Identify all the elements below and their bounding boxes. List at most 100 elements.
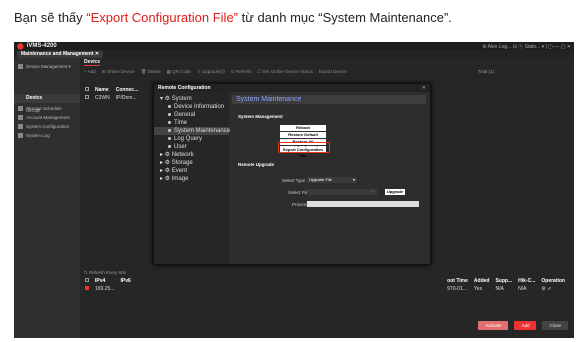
- select-type-dropdown[interactable]: Upgrade File ▾: [307, 177, 357, 183]
- tree-label: System Maintenance: [174, 128, 231, 134]
- row-checkbox[interactable]: [85, 95, 89, 99]
- sidebar-label: System Log: [26, 133, 50, 138]
- sidebar-item-system-config[interactable]: System Configuration: [14, 122, 80, 131]
- activate-button[interactable]: Activate: [478, 321, 509, 330]
- bullet-icon: [168, 144, 171, 148]
- add-button[interactable]: + Add: [84, 69, 96, 74]
- tree-system-maintenance[interactable]: System Maintenance: [154, 127, 231, 135]
- select-file-label: Select File: [288, 190, 310, 195]
- bullet-icon: [168, 136, 171, 140]
- system-management-heading: System Management: [238, 114, 283, 119]
- caption-highlight: “Export Configuration File”: [86, 10, 239, 25]
- footer-actions: Activate Add Close: [478, 321, 568, 330]
- module-tabbar: Maintenance and Management ✕: [14, 50, 574, 58]
- tab-device[interactable]: Device: [84, 59, 101, 66]
- config-tree: ▾ ⚙ System Device Information General Ti…: [154, 92, 231, 264]
- status-button[interactable]: ☐ Set Online Device Status: [258, 69, 313, 75]
- cell: N/A: [495, 286, 504, 292]
- sidebar-label: System Configuration: [26, 124, 70, 129]
- subtabs: Device: [80, 58, 574, 67]
- window-controls[interactable]: ⚙ Alex Log... ⊟ ⓢ Stats... ▾ | ▢ — ▢ ✕: [482, 43, 571, 50]
- cell: C3WN: [95, 95, 110, 101]
- device-table: Name Connec... C3WN IP/Dom...: [82, 86, 141, 102]
- table-row[interactable]: 970-01... Yes N/A N/A ⚙ ⬀: [444, 285, 568, 293]
- tree-event[interactable]: ▸ ⚙ Event: [154, 167, 229, 175]
- bullet-icon: [168, 112, 171, 116]
- upgrade-progress-bar: [307, 201, 419, 207]
- operation-icons[interactable]: ⚙ ⬀: [538, 285, 568, 293]
- cell: [117, 285, 133, 293]
- bullet-icon: [168, 120, 171, 124]
- tree-log-query[interactable]: Log Query: [154, 135, 229, 143]
- select-all-checkbox[interactable]: [85, 87, 89, 91]
- table-row[interactable]: C3WN IP/Dom...: [82, 94, 141, 102]
- cell: 970-01...: [447, 286, 467, 292]
- remote-configuration-dialog: Remote Configuration ✕ ▾ ⚙ System Device…: [153, 83, 431, 265]
- caption-text-end: từ danh mục “System Maintenance”.: [238, 10, 452, 25]
- col-ipv6[interactable]: IPv6: [117, 277, 133, 285]
- browse-button[interactable]: ···: [371, 189, 375, 194]
- gear-icon: [18, 124, 23, 129]
- sidebar-item-device-management[interactable]: Device Management ▾: [14, 62, 80, 71]
- device-group-list: Device Group: [14, 94, 80, 116]
- tree-general[interactable]: General: [154, 111, 229, 119]
- col-added[interactable]: Added: [471, 277, 493, 285]
- close-button[interactable]: Close: [542, 321, 568, 330]
- online-device-table-right: oot Time Added Supp... Hik-C... Operatio…: [444, 277, 568, 293]
- caption-text: Bạn sẽ thấy: [14, 10, 87, 25]
- tree-device-information[interactable]: Device Information: [154, 103, 229, 111]
- restore-default-button[interactable]: Restore Default Settings: [280, 132, 326, 143]
- qr-code-button[interactable]: ▦ QR Code: [167, 69, 191, 75]
- row-checkbox-checked[interactable]: [85, 286, 89, 290]
- refresh-button[interactable]: ↻ Refresh: [231, 69, 252, 75]
- chevron-down-icon: ▾: [352, 177, 355, 182]
- online-device-table: IPv4 IPv6 169.25...: [82, 277, 134, 293]
- tree-label: Log Query: [174, 136, 203, 142]
- tree-network[interactable]: ▸ ⚙ Network: [154, 151, 229, 159]
- process-label: Process: [292, 202, 309, 207]
- select-type-label: Select Type: [282, 178, 306, 183]
- dialog-title: Remote Configuration: [154, 84, 430, 92]
- col-boot-time[interactable]: oot Time: [444, 277, 471, 285]
- group-group[interactable]: Group: [14, 107, 80, 116]
- tree-storage[interactable]: ▸ ⚙ Storage: [154, 159, 229, 167]
- online-device-button[interactable]: ⊕ Online Device: [102, 69, 135, 75]
- close-icon[interactable]: ✕: [422, 85, 426, 91]
- tab-maintenance[interactable]: Maintenance and Management ✕: [17, 50, 104, 58]
- tree-system[interactable]: ▾ ⚙ System: [154, 95, 229, 103]
- cell: Yes: [473, 286, 483, 292]
- group-device[interactable]: Device: [14, 94, 80, 103]
- tree-user[interactable]: User: [154, 143, 229, 151]
- upgrade-button[interactable]: ⇧ Upgrade(0): [197, 69, 225, 75]
- tree-time[interactable]: Time: [154, 119, 229, 127]
- sidebar-item-system-log[interactable]: System Log: [14, 131, 80, 140]
- tree-image[interactable]: ▸ ⚙ Image: [154, 175, 229, 183]
- export-device-button[interactable]: Export Device: [319, 69, 347, 74]
- tree-label: Time: [174, 120, 188, 126]
- col-connection[interactable]: Connec...: [113, 86, 142, 94]
- select-type-value: Upgrade File: [309, 177, 332, 182]
- add-device-button[interactable]: Add: [514, 321, 537, 330]
- reboot-button[interactable]: Reboot: [280, 125, 326, 131]
- col-operation: Operation: [541, 278, 565, 284]
- col-support[interactable]: Supp...: [492, 277, 515, 285]
- total-count: Total (1): [477, 69, 494, 74]
- device-icon: [18, 64, 23, 69]
- col-ipv4[interactable]: IPv4: [92, 277, 117, 285]
- tree-label: User: [174, 144, 187, 150]
- select-all-checkbox[interactable]: [85, 278, 89, 282]
- tree-label: General: [174, 112, 196, 118]
- remote-upgrade-heading: Remote Upgrade: [238, 162, 275, 167]
- select-file-input[interactable]: ···: [307, 189, 377, 195]
- instruction-caption: Bạn sẽ thấy “Export Configuration File” …: [14, 10, 452, 25]
- delete-button[interactable]: 🗑 Delete: [141, 69, 161, 75]
- col-hik-connect[interactable]: Hik-C...: [515, 277, 538, 285]
- col-name[interactable]: Name: [92, 86, 113, 94]
- log-icon: [18, 133, 23, 138]
- sidebar-label: Device Management ▾: [26, 63, 71, 69]
- refresh-every-label[interactable]: ↻ Refresh Every 60s: [84, 270, 126, 276]
- system-maintenance-panel: System Maintenance System Management Reb…: [232, 92, 426, 260]
- bullet-icon: [168, 128, 171, 132]
- table-row[interactable]: 169.25...: [82, 285, 134, 293]
- upgrade-button[interactable]: Upgrade: [385, 189, 405, 195]
